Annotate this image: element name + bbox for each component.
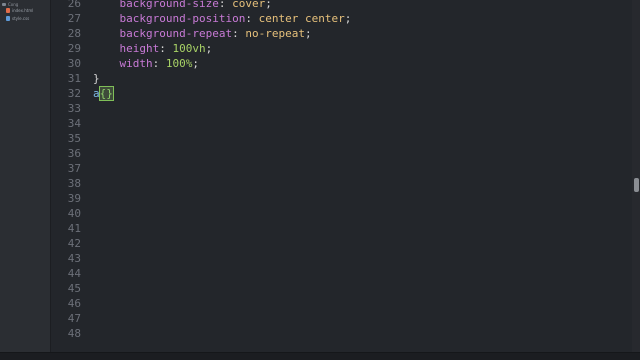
- semicolon: ;: [344, 12, 352, 25]
- line-number: 38: [67, 177, 81, 190]
- code-line[interactable]: [93, 191, 351, 206]
- code-line[interactable]: [93, 176, 351, 191]
- colon: :: [159, 42, 173, 55]
- code-line[interactable]: a{}: [93, 86, 351, 101]
- line-number: 40: [67, 207, 81, 220]
- line-number: 35: [67, 132, 81, 145]
- code-line[interactable]: [93, 221, 351, 236]
- code-line[interactable]: [93, 116, 351, 131]
- code-line[interactable]: [93, 101, 351, 116]
- css-selector: a: [93, 87, 100, 100]
- line-number: 36: [67, 147, 81, 160]
- css-number: 100: [165, 57, 186, 70]
- line-number: 48: [67, 327, 81, 340]
- code-line[interactable]: background-size: cover;: [93, 0, 351, 11]
- colon: :: [245, 12, 259, 25]
- vertical-scrollbar[interactable]: [632, 0, 640, 353]
- line-number: 44: [67, 267, 81, 280]
- status-bar: [0, 352, 640, 360]
- css-value: center center: [258, 12, 345, 25]
- code-editor[interactable]: 26 27 28 29 30 31 32 33 34 35 36 37 38 39 40 41 42 43 44 45…: [51, 0, 632, 353]
- code-line[interactable]: [93, 236, 351, 251]
- css-property: width: [119, 57, 153, 70]
- closing-brace: }: [93, 72, 100, 85]
- code-line[interactable]: [93, 281, 351, 296]
- colon: :: [152, 57, 166, 70]
- semicolon: ;: [192, 57, 199, 70]
- line-number: 46: [67, 297, 81, 310]
- line-number: 47: [67, 312, 81, 325]
- line-number: 29: [67, 42, 81, 55]
- css-property: background-position: [119, 12, 246, 25]
- colon: :: [218, 0, 233, 10]
- html-file-icon: [6, 7, 10, 13]
- line-number: 41: [67, 222, 81, 235]
- css-value: cover: [232, 0, 266, 10]
- line-number: 27: [67, 12, 81, 25]
- file-index-html[interactable]: index.html: [6, 6, 33, 14]
- css-property: background-size: [119, 0, 219, 10]
- colon: :: [232, 27, 246, 40]
- code-line[interactable]: [93, 131, 351, 146]
- code-line[interactable]: [93, 311, 351, 326]
- code-area[interactable]: background-size: cover; background-posit…: [93, 0, 351, 341]
- line-number: 31: [67, 72, 81, 85]
- code-line[interactable]: [93, 161, 351, 176]
- css-property: background-repeat: [119, 27, 233, 40]
- line-number: 30: [67, 57, 81, 70]
- file-label: index.html: [12, 7, 34, 13]
- code-line[interactable]: [93, 206, 351, 221]
- css-value: no-repeat: [245, 27, 305, 40]
- code-line[interactable]: height: 100vh;: [93, 41, 351, 56]
- code-line[interactable]: [93, 146, 351, 161]
- line-number: 32: [67, 87, 81, 100]
- line-number-gutter: 26 27 28 29 30 31 32 33 34 35 36 37 38 39 40 41 42 43 44 45…: [51, 0, 81, 341]
- code-line[interactable]: [93, 326, 351, 341]
- css-unit: vh: [192, 42, 206, 55]
- line-number: 43: [67, 252, 81, 265]
- line-number: 26: [67, 0, 81, 10]
- code-line[interactable]: background-position: center center;: [93, 11, 352, 26]
- line-number: 39: [67, 192, 81, 205]
- code-line[interactable]: width: 100%;: [93, 56, 351, 71]
- semicolon: ;: [265, 0, 272, 10]
- file-style-css[interactable]: style.css: [6, 14, 29, 22]
- line-number: 45: [67, 282, 81, 295]
- line-number: 37: [67, 162, 81, 175]
- semicolon: ;: [205, 42, 213, 55]
- code-line[interactable]: }: [93, 71, 351, 86]
- line-number: 42: [67, 237, 81, 250]
- file-label: style.css: [12, 15, 30, 21]
- line-number: 34: [67, 117, 81, 130]
- file-tree-sidebar: Cong index.html style.css: [0, 0, 51, 353]
- matched-brackets: {}: [98, 86, 114, 101]
- line-number: 33: [67, 102, 81, 115]
- semicolon: ;: [304, 27, 312, 40]
- css-number: 100: [172, 42, 193, 55]
- line-number: 28: [67, 27, 81, 40]
- scrollbar-thumb[interactable]: [634, 178, 639, 192]
- code-line[interactable]: [93, 296, 351, 311]
- code-line[interactable]: [93, 266, 351, 281]
- css-file-icon: [6, 15, 10, 21]
- code-line[interactable]: background-repeat: no-repeat;: [93, 26, 351, 41]
- css-property: height: [119, 42, 160, 55]
- code-line[interactable]: [93, 251, 351, 266]
